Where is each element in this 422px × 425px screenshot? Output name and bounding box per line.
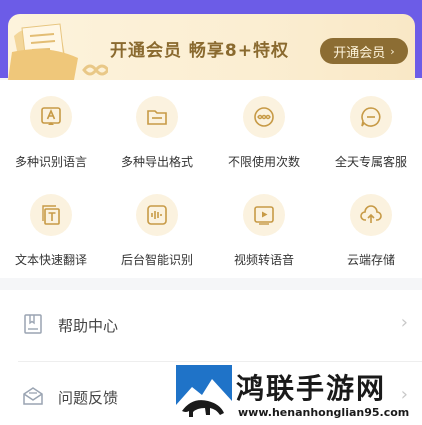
- feature-item-unlimited[interactable]: 不限使用次数: [213, 80, 313, 170]
- folder-icon: [136, 96, 178, 138]
- feedback-mail-icon: [23, 387, 43, 405]
- feature-item-background[interactable]: 后台智能识别: [106, 178, 206, 268]
- bison-logo-icon: [176, 365, 232, 423]
- menu-item-label: 帮助中心: [58, 317, 119, 335]
- text-translate-icon: [30, 194, 72, 236]
- cloud-upload-icon: [350, 194, 392, 236]
- feature-label: 全天专属客服: [334, 155, 407, 169]
- feature-label: 不限使用次数: [227, 155, 300, 169]
- feature-item-cloud[interactable]: 云端存储: [320, 178, 420, 268]
- feature-label: 文本快速翻译: [14, 253, 87, 267]
- feature-label: 视频转语音: [233, 253, 294, 267]
- feature-item-video[interactable]: 视频转语音: [213, 178, 313, 268]
- help-book-icon: [24, 314, 42, 334]
- chevron-right-icon: ›: [390, 44, 395, 58]
- feature-item-languages[interactable]: 多种识别语言: [0, 80, 100, 170]
- feature-grid: 多种识别语言 多种导出格式 不限使用次数 全天专属客服 文本快速翻译 后台智能识…: [0, 80, 422, 278]
- feature-label: 云端存储: [346, 253, 395, 267]
- watermark-url: www.henanhonglian95.com: [238, 406, 410, 419]
- feature-label: 后台智能识别: [120, 253, 193, 267]
- feature-item-translate[interactable]: 文本快速翻译: [0, 178, 100, 268]
- chevron-right-icon: ›: [400, 312, 408, 333]
- infinity-icon: [243, 96, 285, 138]
- watermark-title: 鸿联手游网: [236, 372, 387, 405]
- menu-item-help[interactable]: 帮助中心 ›: [0, 290, 422, 362]
- menu-item-label: 问题反馈: [58, 389, 119, 407]
- vip-banner[interactable]: 开通会员 畅享8+特权 开通会员 ›: [8, 14, 415, 80]
- audio-wave-icon: [136, 194, 178, 236]
- open-membership-label: 开通会员: [333, 45, 386, 61]
- chat-icon: [350, 96, 392, 138]
- feature-item-service[interactable]: 全天专属客服: [320, 80, 420, 170]
- open-membership-button[interactable]: 开通会员 ›: [320, 38, 408, 64]
- site-watermark: 鸿联手游网 www.henanhonglian95.com: [176, 365, 422, 425]
- feature-label: 多种导出格式: [120, 155, 193, 169]
- vip-banner-illustration: [8, 23, 108, 80]
- feature-item-export[interactable]: 多种导出格式: [106, 80, 206, 170]
- video-play-icon: [243, 194, 285, 236]
- translate-icon: [30, 96, 72, 138]
- banner-title: 开通会员 畅享8+特权: [110, 41, 289, 61]
- feature-label: 多种识别语言: [14, 155, 87, 169]
